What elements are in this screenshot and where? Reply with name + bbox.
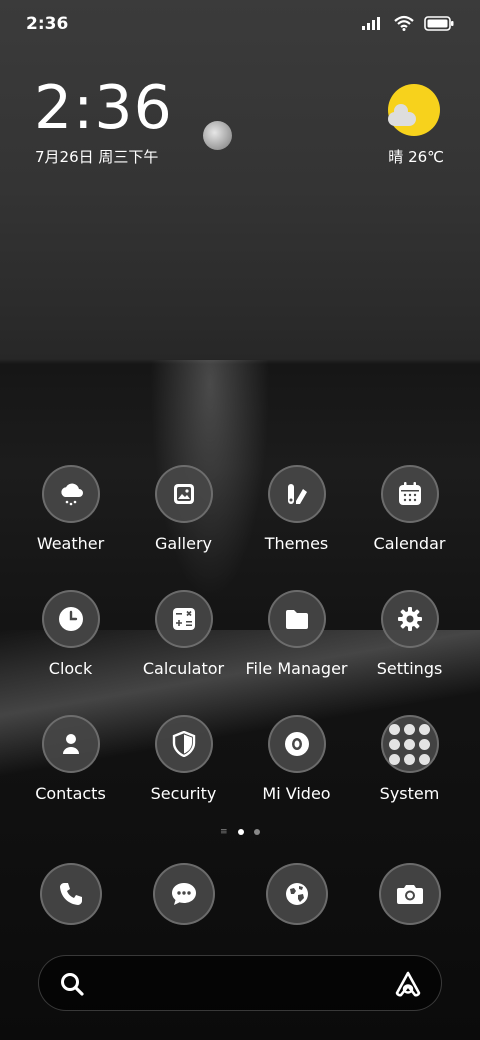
weather-icon xyxy=(41,465,100,523)
clock-widget-time[interactable]: 2:36 xyxy=(34,78,173,138)
weather-widget-text: 晴 26℃ xyxy=(388,148,444,166)
page-dot-active[interactable] xyxy=(238,829,244,835)
app-label: System xyxy=(379,784,440,803)
camera-icon xyxy=(397,885,423,904)
video-icon xyxy=(267,715,326,773)
shield-icon xyxy=(154,715,213,773)
mini-app-icon xyxy=(419,738,430,750)
app-file-manager[interactable]: File Manager xyxy=(240,590,353,678)
app-mi-video[interactable]: Mi Video xyxy=(240,715,353,803)
app-label: Themes xyxy=(264,534,329,553)
status-bar: 2:36 xyxy=(0,0,480,50)
weather-widget-icon[interactable] xyxy=(388,84,444,140)
app-themes[interactable]: Themes xyxy=(240,465,353,553)
dock-browser[interactable] xyxy=(266,863,328,925)
app-security[interactable]: Security xyxy=(127,715,240,803)
mini-app-icon xyxy=(404,723,415,735)
gear-icon xyxy=(380,590,439,648)
app-label: Contacts xyxy=(35,784,106,803)
app-weather[interactable]: Weather xyxy=(14,465,127,553)
menu-lines-icon[interactable]: ≡ xyxy=(220,828,228,837)
app-label: Calculator xyxy=(142,659,225,678)
calendar-icon xyxy=(380,465,439,523)
gallery-icon xyxy=(154,465,213,523)
browser-icon xyxy=(286,883,308,905)
app-settings[interactable]: Settings xyxy=(353,590,466,678)
mini-app-icon xyxy=(389,753,400,765)
mini-app-icon xyxy=(404,738,415,750)
app-label: Gallery xyxy=(155,534,212,553)
signal-icon xyxy=(362,17,380,30)
mini-app-icon xyxy=(419,753,430,765)
messages-icon xyxy=(172,883,196,905)
app-contacts[interactable]: Contacts xyxy=(14,715,127,803)
assistant-icon[interactable] xyxy=(393,970,423,998)
app-gallery[interactable]: Gallery xyxy=(127,465,240,553)
mini-app-icon xyxy=(389,723,400,735)
app-label: Calendar xyxy=(373,534,446,553)
mini-app-icon xyxy=(389,738,400,750)
app-clock[interactable]: Clock xyxy=(14,590,127,678)
status-time: 2:36 xyxy=(26,14,69,34)
dock-messages[interactable] xyxy=(153,863,215,925)
app-label: Settings xyxy=(376,659,443,678)
app-calculator[interactable]: Calculator xyxy=(127,590,240,678)
mini-app-icon xyxy=(419,723,430,735)
dock-phone[interactable] xyxy=(40,863,102,925)
mini-app-icon xyxy=(404,753,415,765)
app-label: Security xyxy=(150,784,217,803)
page-indicator: ≡ xyxy=(0,828,480,837)
app-label: File Manager xyxy=(245,659,348,678)
moon-icon xyxy=(203,121,232,150)
app-label: Clock xyxy=(48,659,93,678)
folder-icon xyxy=(267,590,326,648)
page-dot[interactable] xyxy=(254,829,260,835)
dock-camera[interactable] xyxy=(379,863,441,925)
app-label: Weather xyxy=(36,534,105,553)
phone-icon xyxy=(60,883,82,905)
clock-widget-date: 7月26日 周三下午 xyxy=(35,148,159,166)
battery-icon xyxy=(424,15,454,31)
app-calendar[interactable]: Calendar xyxy=(353,465,466,553)
search-bar[interactable] xyxy=(38,955,442,1011)
contacts-icon xyxy=(41,715,100,773)
wifi-icon xyxy=(394,15,414,31)
calculator-icon xyxy=(154,590,213,648)
search-icon[interactable] xyxy=(59,971,85,997)
cloud-icon xyxy=(388,104,416,126)
status-icons xyxy=(362,15,454,31)
app-system-folder[interactable]: System xyxy=(353,715,466,803)
system-folder-icon xyxy=(380,715,439,773)
clock-icon xyxy=(41,590,100,648)
themes-icon xyxy=(267,465,326,523)
app-label: Mi Video xyxy=(262,784,331,803)
